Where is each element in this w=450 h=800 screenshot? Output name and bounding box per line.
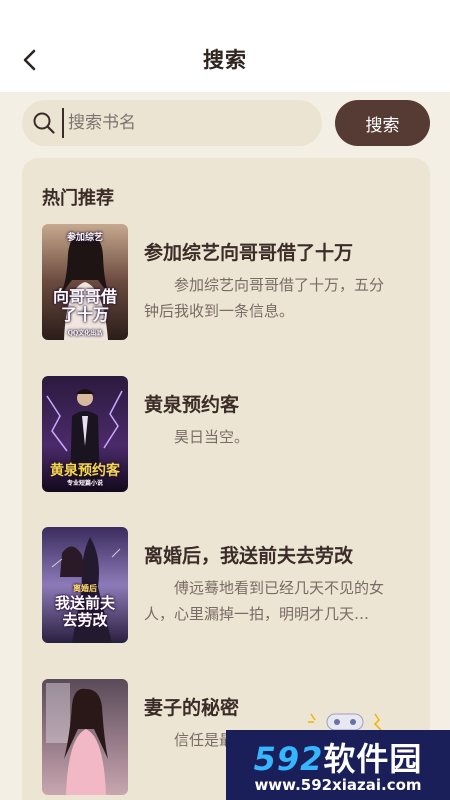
watermark-brand-number: 592 [253, 740, 324, 778]
book-cover[interactable]: 参加综艺 向哥哥借了十万 QQ文化出品 [42, 224, 128, 340]
watermark-brand-text: 软件园 [323, 740, 423, 778]
search-row: 搜索 [22, 100, 430, 148]
page-title: 搜索 [203, 48, 247, 72]
section-title: 热门推荐 [42, 188, 114, 209]
book-desc: 昊日当空。 [174, 428, 250, 446]
book-item[interactable]: 离婚后 我送前夫去劳改 离婚后，我送前夫去劳改 傅远蓦地看到已经几天不见的女人，… [42, 527, 410, 647]
cover-publisher: QQ文化出品 [67, 330, 103, 337]
cover-title: 黄泉预约客 [50, 463, 120, 479]
recommend-panel: 热门推荐 参加综艺 向哥哥借了十万 QQ文化出品 参加综艺向哥哥借了十万 参加综… [22, 158, 430, 800]
book-cover[interactable]: 离婚后 我送前夫去劳改 [42, 527, 128, 643]
book-desc: 傅远蓦地看到已经几天不见的女人，心里漏掉一拍，明明才几天… [144, 579, 385, 623]
book-desc: 参加综艺向哥哥借了十万，五分钟后我收到一条信息。 [144, 276, 385, 320]
cover-title: 我送前夫去劳改 [54, 594, 115, 629]
top-bar: 搜索 [0, 0, 450, 92]
book-cover[interactable] [42, 679, 128, 795]
cover-subtitle: 离婚后 [73, 583, 97, 593]
watermark-url: www.592xiazai.com [254, 776, 422, 794]
search-box[interactable] [22, 100, 322, 146]
cover-subtitle: 参加综艺 [66, 233, 103, 243]
watermark-logo: 592软件园 www.592xiazai.com [226, 730, 450, 800]
search-input[interactable] [62, 108, 312, 138]
book-cover[interactable]: 黄泉预约客 专业短篇小说 [42, 376, 128, 492]
search-icon [33, 112, 55, 134]
book-title[interactable]: 黄泉预约客 [144, 390, 410, 417]
search-button[interactable]: 搜索 [335, 100, 430, 146]
cover-title: 向哥哥借了十万 [52, 287, 117, 324]
book-title[interactable]: 参加综艺向哥哥借了十万 [144, 238, 410, 265]
book-item[interactable]: 参加综艺 向哥哥借了十万 QQ文化出品 参加综艺向哥哥借了十万 参加综艺向哥哥借… [42, 224, 410, 344]
cover-illustration [42, 679, 128, 795]
cover-publisher: 专业短篇小说 [66, 480, 103, 487]
book-title[interactable]: 离婚后，我送前夫去劳改 [144, 541, 410, 568]
book-item[interactable]: 黄泉预约客 专业短篇小说 黄泉预约客 昊日当空。 [42, 376, 410, 496]
